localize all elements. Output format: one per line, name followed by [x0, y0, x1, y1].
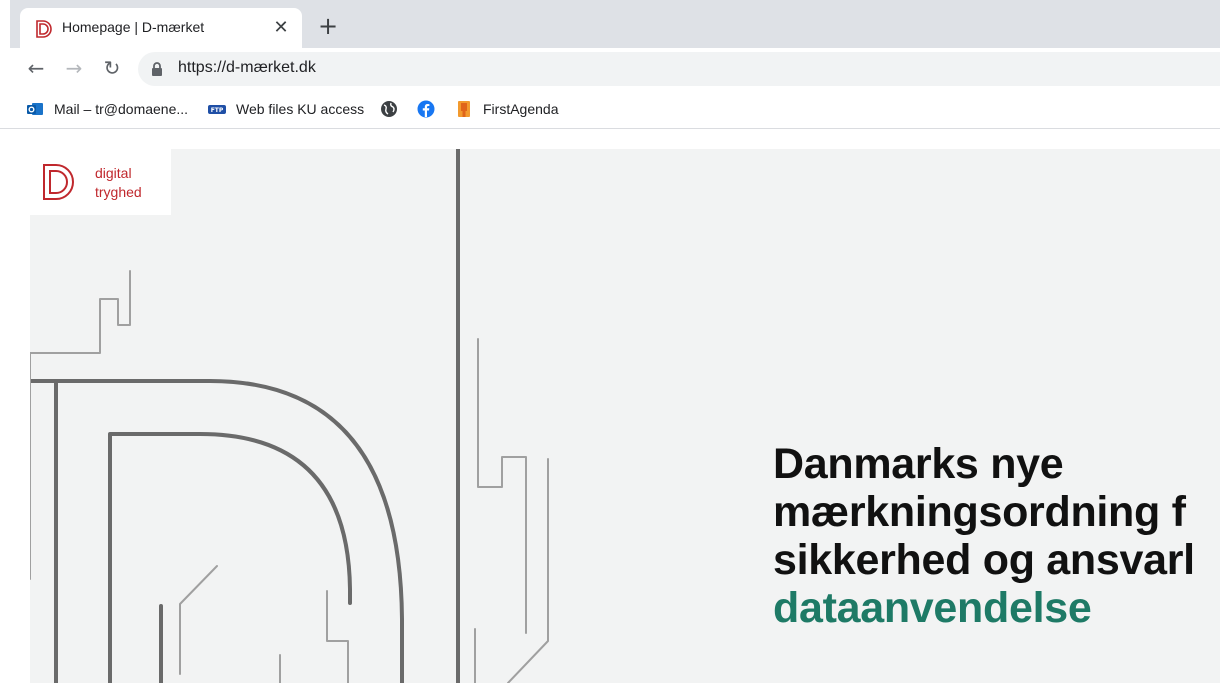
- bookmark-web-files[interactable]: FTP Web files KU access: [208, 99, 364, 119]
- bookmark-label: Web files KU access: [236, 101, 365, 117]
- bookmarks-bar: Mail – tr@domaene... FTP Web files KU ac…: [0, 90, 1228, 129]
- logo-text-tryghed: tryghed: [95, 184, 142, 200]
- tab-strip-edge: [0, 0, 10, 48]
- facebook-icon: [417, 100, 435, 118]
- bookmark-label: Mail – tr@domaene...: [54, 101, 189, 117]
- globe-icon: [381, 101, 397, 117]
- hero-headline-line-4: dataanvendelse: [773, 584, 1092, 632]
- hero-d-artwork: [30, 149, 549, 683]
- bookmark-globe[interactable]: [380, 99, 398, 119]
- page-left-gutter: [0, 130, 30, 683]
- hero-headline: Danmarks nye mærkningsordning f sikkerhe…: [773, 440, 1228, 632]
- address-bar[interactable]: https://d-mærket.dk: [138, 52, 1228, 86]
- close-icon[interactable]: ✕: [270, 17, 292, 39]
- bookmark-firstagenda[interactable]: FirstAgenda: [455, 99, 558, 119]
- url-text[interactable]: https://d-mærket.dk: [178, 59, 316, 77]
- arrow-left-icon[interactable]: ←: [24, 56, 48, 80]
- site-logo[interactable]: digital tryghed: [30, 149, 171, 215]
- arrow-right-icon[interactable]: →: [62, 56, 86, 80]
- hero-headline-line-2: mærkningsordning f: [773, 488, 1186, 536]
- bookmark-facebook[interactable]: [417, 99, 435, 119]
- firstagenda-icon: [458, 101, 470, 117]
- plus-icon[interactable]: +: [316, 14, 340, 38]
- tab-title: Homepage | D-mærket: [62, 19, 205, 35]
- digital-tryghed-logo-icon: [43, 164, 74, 200]
- bookmark-label: FirstAgenda: [483, 101, 559, 117]
- tab-strip: Homepage | D-mærket ✕ +: [0, 0, 1228, 48]
- ftp-icon: FTP: [208, 105, 226, 114]
- window-right-edge: [1220, 0, 1228, 683]
- browser-toolbar: ← → ↻ https://d-mærket.dk: [0, 48, 1228, 90]
- page-top-gap: [0, 130, 1228, 149]
- svg-text:FTP: FTP: [211, 107, 224, 114]
- outlook-icon: [27, 103, 43, 115]
- bookmark-mail[interactable]: Mail – tr@domaene...: [26, 99, 188, 119]
- reload-icon[interactable]: ↻: [100, 56, 124, 80]
- tab-homepage[interactable]: Homepage | D-mærket ✕: [20, 8, 302, 48]
- lock-icon[interactable]: [150, 62, 164, 76]
- hero-headline-line-1: Danmarks nye: [773, 440, 1064, 488]
- logo-text-digital: digital: [95, 165, 132, 181]
- d-maerket-favicon-icon: [36, 20, 52, 38]
- hero-headline-line-3: sikkerhed og ansvarl: [773, 536, 1195, 584]
